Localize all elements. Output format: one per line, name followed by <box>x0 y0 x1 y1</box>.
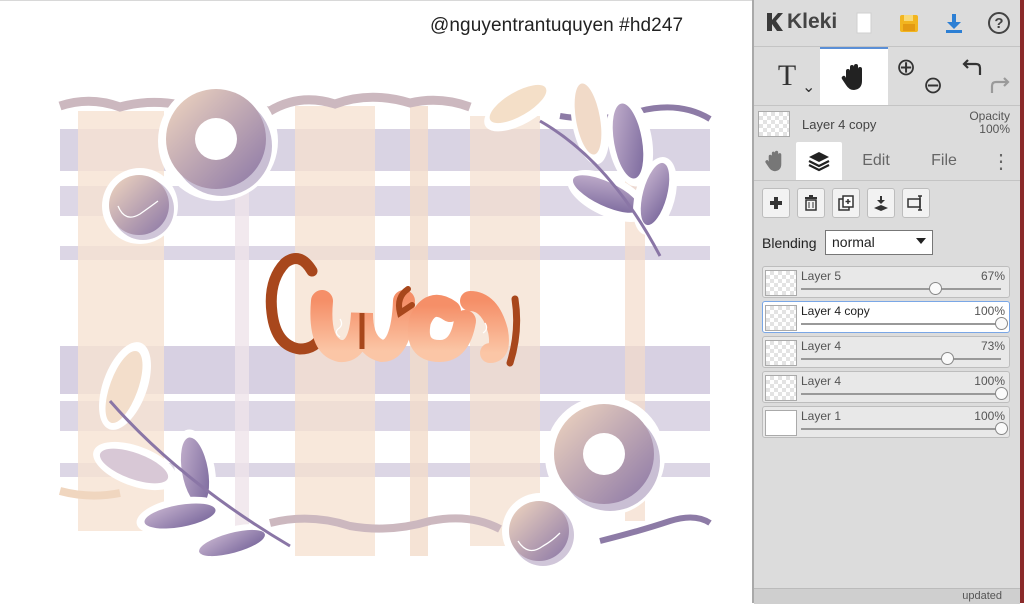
donut-bottom-right <box>545 396 665 516</box>
layer-name: Layer 1 <box>801 409 842 423</box>
layer-thumbnail <box>765 305 797 331</box>
download-icon <box>946 14 962 33</box>
save-icon <box>900 15 918 32</box>
opacity-slider[interactable] <box>801 288 1001 290</box>
active-layer-opacity: Opacity 100% <box>969 110 1010 136</box>
layer-opacity: 67% <box>980 269 1005 283</box>
layer-name: Layer 5 <box>801 269 842 283</box>
zoom-in-icon[interactable]: ⊕ <box>896 53 916 82</box>
layer-opacity: 100% <box>974 409 1005 423</box>
ball-top-left <box>102 168 178 244</box>
active-layer-name: Layer 4 copy <box>802 117 877 132</box>
layer-opacity: 100% <box>974 374 1005 388</box>
rename-icon <box>907 195 922 211</box>
redo-icon[interactable] <box>988 75 1010 95</box>
text-tool-icon: T <box>777 59 797 92</box>
text-tool-button[interactable]: T ⌄ <box>754 47 820 105</box>
merge-down-icon <box>874 196 888 211</box>
opacity-value: 100% <box>979 122 1010 136</box>
tools-bar: T ⌄ ⊕ ⊖ <box>754 47 1020 106</box>
tab-edit[interactable]: Edit <box>846 142 906 180</box>
new-image-button[interactable] <box>850 9 878 37</box>
duplicate-layer-button[interactable] <box>832 188 860 218</box>
layer-name: Layer 4 <box>801 339 842 353</box>
tab-hand[interactable] <box>754 142 796 180</box>
add-layer-button[interactable] <box>762 188 790 218</box>
active-layer-preview: Layer 4 copy Opacity 100% <box>754 106 1020 142</box>
artist-credit: @nguyentrantuquyen #hd247 <box>430 15 684 36</box>
active-layer-thumbnail <box>758 111 790 137</box>
layer-item[interactable]: Layer 4 100% <box>762 371 1010 403</box>
drawing-canvas[interactable]: @nguyentrantuquyen #hd247 <box>0 0 752 603</box>
layers-list: Layer 5 67% Layer 4 copy 100% Layer 4 73… <box>762 266 1012 441</box>
layer-item[interactable]: Layer 5 67% <box>762 266 1010 298</box>
merge-down-button[interactable] <box>867 188 895 218</box>
layer-thumbnail <box>765 410 797 436</box>
artwork <box>58 77 712 569</box>
plus-icon <box>770 197 782 209</box>
opacity-slider-handle[interactable] <box>995 387 1008 400</box>
chevron-down-icon <box>916 238 926 244</box>
kleki-logo-icon <box>767 13 783 31</box>
new-image-icon <box>856 12 872 34</box>
app-name: Kleki <box>787 10 838 33</box>
duplicate-icon <box>838 195 854 211</box>
layer-thumbnail <box>765 340 797 366</box>
layers-icon <box>808 152 830 172</box>
layer-thumbnail <box>765 375 797 401</box>
layer-item[interactable]: Layer 1 100% <box>762 406 1010 438</box>
tab-layers[interactable] <box>796 142 842 180</box>
opacity-slider-handle[interactable] <box>995 317 1008 330</box>
top-bar: Kleki ? <box>754 0 1020 47</box>
hand-tab-icon <box>765 150 782 172</box>
help-glyph: ? <box>994 14 1004 32</box>
opacity-slider[interactable] <box>801 393 1001 395</box>
layer-opacity: 100% <box>974 304 1005 318</box>
opacity-slider[interactable] <box>801 428 1001 430</box>
trash-icon <box>805 195 817 211</box>
layer-item-selected[interactable]: Layer 4 copy 100% <box>762 301 1010 333</box>
layer-name: Layer 4 <box>801 374 842 388</box>
status-strip: updated <box>754 588 1020 604</box>
donut-top-left <box>158 81 278 201</box>
help-button[interactable]: ? <box>985 9 1013 37</box>
zoom-out-icon[interactable]: ⊖ <box>923 71 943 100</box>
zoom-controls: ⊕ ⊖ <box>894 47 954 105</box>
layer-opacity: 73% <box>980 339 1005 353</box>
history-controls <box>954 47 1020 105</box>
opacity-slider[interactable] <box>801 358 1001 360</box>
opacity-slider-handle[interactable] <box>995 422 1008 435</box>
delete-layer-button[interactable] <box>797 188 825 218</box>
blending-select[interactable]: normal <box>825 230 933 255</box>
opacity-slider-handle[interactable] <box>929 282 942 295</box>
window-edge <box>1020 0 1024 603</box>
opacity-slider[interactable] <box>801 323 1001 325</box>
tool-panel: Kleki ? T ⌄ ⊕ ⊖ Layer 4 copy Opacity 100… <box>754 0 1020 604</box>
layer-actions <box>754 188 1020 222</box>
ball-bottom-right <box>502 493 578 569</box>
panel-tabs: Edit File ⋮ <box>754 142 1020 181</box>
save-button[interactable] <box>895 9 923 37</box>
layer-name: Layer 4 copy <box>801 304 870 318</box>
tool-options-caret-icon[interactable]: ⌄ <box>802 77 815 97</box>
hand-icon <box>841 64 862 90</box>
tab-file[interactable]: File <box>914 142 974 180</box>
app-logo[interactable]: Kleki <box>764 10 837 34</box>
more-options-icon[interactable]: ⋮ <box>986 142 1016 180</box>
rename-layer-button[interactable] <box>902 188 930 218</box>
opacity-slider-handle[interactable] <box>941 352 954 365</box>
bottom-wavy-border <box>58 487 121 500</box>
layer-item[interactable]: Layer 4 73% <box>762 336 1010 368</box>
blending-label: Blending <box>762 235 817 251</box>
updated-label: updated <box>962 590 1002 602</box>
blending-value: normal <box>832 234 875 250</box>
blending-row: Blending normal <box>754 230 1020 256</box>
hand-tool-button[interactable] <box>820 47 888 105</box>
download-button[interactable] <box>940 9 968 37</box>
layer-thumbnail <box>765 270 797 296</box>
undo-icon[interactable] <box>962 57 984 77</box>
